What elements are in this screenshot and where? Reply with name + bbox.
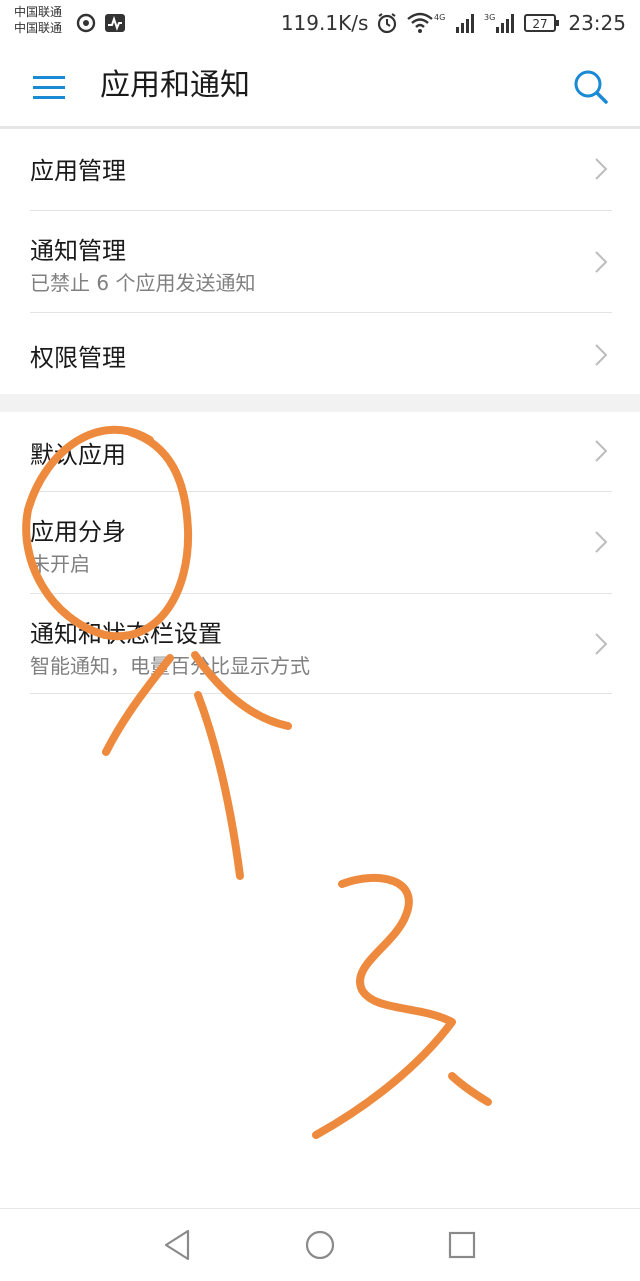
chevron-right-icon xyxy=(595,531,608,553)
network-speed: 119.1K/s xyxy=(280,11,369,35)
list-item-label: 应用分身 xyxy=(30,518,126,546)
carrier-1: 中国联通 xyxy=(14,5,63,19)
settings-section-2: 默认应用 应用分身 未开启 通知和状态栏设置 智能通知，电量百分比显示方式 xyxy=(0,412,640,694)
search-icon[interactable] xyxy=(570,66,610,106)
list-item-label: 权限管理 xyxy=(30,344,126,372)
annotation-arrow-shaft xyxy=(194,691,244,880)
battery-icon: 27 xyxy=(524,14,560,32)
netease-music-icon xyxy=(76,13,96,33)
activity-monitor-icon xyxy=(105,14,125,32)
carrier-2: 中国联通 xyxy=(14,21,63,35)
status-bar: 中国联通 中国联通 119.1K/s 4G 3G 27 23:25 xyxy=(0,0,640,46)
menu-icon[interactable] xyxy=(30,70,70,106)
chevron-right-icon xyxy=(595,251,608,273)
list-item-permission-management[interactable]: 权限管理 xyxy=(30,313,612,395)
wifi-icon: 4G xyxy=(407,12,446,33)
status-left-icons xyxy=(76,12,126,34)
list-item-subtitle: 智能通知，电量百分比显示方式 xyxy=(30,654,310,678)
list-item-subtitle: 未开启 xyxy=(30,552,90,576)
alarm-icon xyxy=(378,13,397,34)
signal-strength-3g-icon: 3G xyxy=(484,13,515,33)
battery-level: 27 xyxy=(533,17,548,31)
list-item-label: 默认应用 xyxy=(30,441,126,469)
annotation-number-3 xyxy=(312,873,456,1139)
section-divider xyxy=(0,394,640,412)
list-item-app-management[interactable]: 应用管理 xyxy=(30,129,612,211)
list-item-app-twin[interactable]: 应用分身 未开启 xyxy=(30,492,612,594)
list-item-label: 通知和状态栏设置 xyxy=(30,620,222,648)
list-item-default-apps[interactable]: 默认应用 xyxy=(30,412,612,492)
back-icon[interactable] xyxy=(160,1227,196,1263)
chevron-right-icon xyxy=(595,633,608,655)
carrier-info: 中国联通 中国联通 xyxy=(14,4,62,36)
recent-apps-icon[interactable] xyxy=(444,1227,480,1263)
home-icon[interactable] xyxy=(302,1227,338,1263)
chevron-right-icon xyxy=(595,344,608,366)
list-item-notification-statusbar-settings[interactable]: 通知和状态栏设置 智能通知，电量百分比显示方式 xyxy=(30,594,612,694)
status-right: 119.1K/s 4G 3G 27 23:25 xyxy=(281,8,626,38)
list-item-subtitle: 已禁止 6 个应用发送通知 xyxy=(30,271,256,295)
list-item-notification-management[interactable]: 通知管理 已禁止 6 个应用发送通知 xyxy=(30,211,612,313)
list-item-label: 应用管理 xyxy=(30,157,126,185)
page-title: 应用和通知 xyxy=(100,68,250,103)
annotation-dash xyxy=(448,1072,492,1106)
list-item-label: 通知管理 xyxy=(30,237,126,265)
net-3g-label: 3G xyxy=(484,13,495,22)
navigation-bar xyxy=(0,1208,640,1281)
app-bar: 应用和通知 xyxy=(0,46,640,129)
signal-strength-icon xyxy=(456,14,475,33)
clock: 23:25 xyxy=(568,11,626,35)
chevron-right-icon xyxy=(595,440,608,462)
chevron-right-icon xyxy=(595,158,608,180)
settings-section-1: 应用管理 通知管理 已禁止 6 个应用发送通知 权限管理 xyxy=(0,129,640,395)
net-4g-label: 4G xyxy=(434,13,445,22)
